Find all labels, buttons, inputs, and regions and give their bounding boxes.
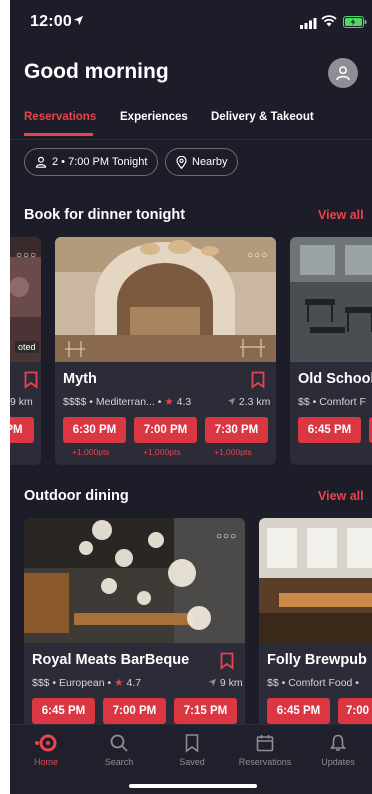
restaurant-name: Myth — [63, 371, 97, 387]
tabs-divider — [10, 139, 372, 140]
restaurant-name: Old School — [298, 371, 372, 387]
dinner-section-title: Book for dinner tonight — [24, 207, 186, 223]
time-slot-700-button[interactable]: 7:00 PM — [134, 417, 197, 443]
points-label: +1,000pts — [72, 447, 110, 457]
restaurant-name: Royal Meats BarBeque — [32, 652, 190, 668]
more-options-icon[interactable]: ○○○ — [247, 250, 268, 261]
navigation-arrow-icon — [208, 678, 217, 687]
restaurant-meta: $$ • Comfort Food • — [267, 677, 359, 689]
person-icon — [35, 156, 47, 168]
time-slot-button[interactable]: 7:00 — [338, 698, 372, 724]
home-indicator — [129, 784, 257, 788]
calendar-icon — [256, 735, 274, 752]
nav-home[interactable]: Home — [10, 733, 82, 767]
restaurant-meta: $$ • Comfort F — [298, 396, 366, 408]
outdoor-section-title: Outdoor dining — [24, 488, 129, 504]
restaurant-photo — [259, 518, 372, 643]
greeting-title: Good morning — [24, 60, 169, 83]
rating: 4.3 — [176, 396, 192, 408]
cellular-signal-icon — [300, 16, 317, 34]
app-screen: 12:00 Good morning Reservations Experien… — [10, 0, 372, 794]
more-options-icon[interactable]: ○○○ — [16, 250, 37, 261]
restaurant-card-partial-left[interactable]: ○○○ oted 9 km PM — [10, 237, 41, 465]
dinner-view-all-link[interactable]: View all — [318, 208, 364, 222]
tab-delivery-takeout[interactable]: Delivery & Takeout — [211, 111, 314, 123]
party-size-time-chip[interactable]: 2 • 7:00 PM Tonight — [24, 148, 159, 176]
restaurant-meta: $$$$ • Mediterran... • ★ 4.3 — [63, 396, 191, 408]
location-arrow-icon — [73, 13, 84, 31]
bell-icon — [329, 734, 347, 751]
distance-label: 2.3 km — [238, 396, 271, 408]
time-slot-button[interactable]: PM — [10, 417, 34, 443]
wifi-icon — [321, 14, 337, 32]
party-size-time-label: 2 • 7:00 PM Tonight — [52, 156, 148, 168]
search-icon — [110, 734, 128, 752]
restaurant-photo — [290, 237, 372, 362]
time-slot-715-button[interactable]: 7:15 PM — [174, 698, 237, 724]
time-slot-700-button[interactable]: 7:00 PM — [103, 698, 166, 724]
active-tab-indicator — [24, 133, 93, 136]
star-icon: ★ — [164, 396, 174, 408]
restaurant-card-old-school[interactable]: Old School $$ • Comfort F 6:45 PM — [290, 237, 372, 465]
bookmark-icon[interactable] — [220, 652, 234, 675]
time-slot-button[interactable]: 6:45 PM — [267, 698, 330, 724]
nav-saved[interactable]: Saved — [156, 733, 228, 767]
navigation-arrow-icon — [227, 397, 236, 406]
location-label: Nearby — [192, 156, 228, 168]
bookmark-icon[interactable] — [251, 371, 265, 394]
restaurant-meta: $$$ • European • ★ 4.7 — [32, 677, 141, 689]
status-bar: 12:00 — [10, 0, 372, 44]
price-cuisine: $$$$ • Mediterran... • — [63, 396, 162, 408]
nav-saved-label: Saved — [179, 757, 205, 767]
bookmark-icon — [185, 734, 199, 753]
restaurant-name: Folly Brewpub — [267, 652, 367, 668]
user-icon — [336, 66, 350, 81]
time-slot-730-button[interactable]: 7:30 PM — [205, 417, 268, 443]
distance-label: 9 km — [10, 396, 33, 408]
nav-search[interactable]: Search — [83, 733, 155, 767]
nav-reservations[interactable]: Reservations — [229, 733, 301, 767]
map-pin-icon — [176, 155, 187, 169]
restaurant-card-folly-brewpub[interactable]: Folly Brewpub $$ • Comfort Food • 6:45 P… — [259, 518, 372, 746]
distance: 2.3 km — [227, 396, 270, 408]
distance-label: 9 km — [219, 677, 243, 689]
star-icon: ★ — [114, 677, 124, 689]
time-slot-645-button[interactable]: 6:45 PM — [32, 698, 95, 724]
nav-home-label: Home — [33, 757, 58, 767]
profile-avatar-button[interactable] — [328, 58, 358, 88]
tab-reservations[interactable]: Reservations — [24, 111, 96, 123]
time-slot-630-button[interactable]: 6:30 PM — [63, 417, 126, 443]
restaurant-photo — [55, 237, 276, 362]
more-options-icon[interactable]: ○○○ — [216, 531, 237, 542]
battery-charging-icon — [343, 15, 367, 33]
nav-search-label: Search — [104, 757, 134, 767]
distance: 9 km — [208, 677, 243, 689]
price-cuisine: $$$ • European • — [32, 677, 112, 689]
location-chip[interactable]: Nearby — [165, 148, 239, 176]
restaurant-card-myth[interactable]: ○○○ Myth $$$$ • Mediterran... • ★ 4.3 2.… — [55, 237, 276, 465]
outdoor-view-all-link[interactable]: View all — [318, 489, 364, 503]
points-label: +1,000pts — [214, 447, 252, 457]
restaurant-photo — [24, 518, 245, 643]
bookmark-icon[interactable] — [24, 371, 38, 394]
card-badge: oted — [15, 341, 39, 353]
restaurant-card-royal-meats[interactable]: ○○○ Royal Meats BarBeque $$$ • European … — [24, 518, 245, 746]
points-label: +1,000pts — [143, 447, 181, 457]
nav-reservations-label: Reservations — [238, 757, 292, 767]
time-slot-button[interactable]: 6:45 PM — [298, 417, 361, 443]
status-time: 12:00 — [30, 13, 72, 30]
tab-experiences[interactable]: Experiences — [120, 111, 188, 123]
nav-updates[interactable]: Updates — [302, 733, 372, 767]
nav-updates-label: Updates — [321, 757, 355, 767]
category-tabs: Reservations Experiences Delivery & Take… — [24, 111, 372, 137]
rating: 4.7 — [126, 677, 142, 689]
home-icon — [35, 734, 57, 752]
